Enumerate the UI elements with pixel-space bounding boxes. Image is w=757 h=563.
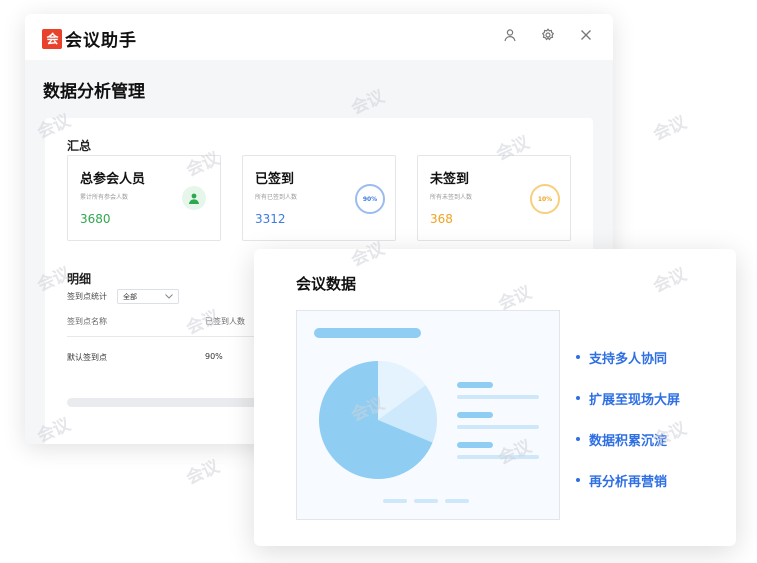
- feature-label: 再分析再营销: [589, 474, 668, 490]
- watermark: 会议: [650, 112, 690, 145]
- table-cell-rate: 90%: [205, 352, 223, 361]
- bullet-icon: [576, 478, 580, 482]
- stat-subtitle: 所有未签到人数: [430, 194, 473, 201]
- table-cell-name: 默认签到点: [67, 353, 107, 362]
- bullet-icon: [576, 355, 580, 359]
- title-bar: 会 会议助手: [25, 14, 613, 60]
- close-icon[interactable]: [577, 26, 595, 44]
- progress-ring: 10%: [530, 184, 560, 214]
- select-value: 全部: [123, 292, 137, 301]
- card-title: 会议数据: [296, 275, 357, 293]
- page-title: 数据分析管理: [43, 82, 145, 102]
- window-controls: [501, 26, 595, 44]
- stat-value: 3680: [80, 212, 111, 226]
- detail-section-title: 明细: [67, 272, 92, 286]
- group-user-icon: [182, 186, 206, 210]
- bullet-icon: [576, 437, 580, 441]
- stat-subtitle: 所有已签到人数: [255, 194, 298, 201]
- column-header-signed-count: 已签到人数: [205, 317, 245, 326]
- app-logo: 会 会议助手: [42, 26, 137, 51]
- stat-card-signed-in: 已签到 所有已签到人数 3312 90%: [242, 155, 396, 241]
- stat-card-total: 总参会人员 累计所有参会人数 3680: [67, 155, 221, 241]
- pie-chart-illustration: [296, 310, 560, 520]
- user-icon[interactable]: [501, 26, 519, 44]
- logo-mark-icon: 会: [42, 28, 62, 49]
- stat-value: 368: [430, 212, 453, 226]
- summary-section-title: 汇总: [67, 139, 92, 153]
- meeting-data-card: 会议数据 支持多人协同 扩展至现场大屏 数据积累沉淀 再分析再营销: [254, 249, 736, 546]
- column-header-name: 签到点名称: [67, 317, 107, 326]
- feature-label: 扩展至现场大屏: [589, 392, 681, 408]
- stat-value: 3312: [255, 212, 286, 226]
- stat-title: 未签到: [430, 172, 470, 187]
- list-item: 再分析再营销: [576, 471, 680, 490]
- checkpoint-select[interactable]: 全部: [117, 289, 179, 304]
- filter-row: 签到点统计 全部: [67, 289, 179, 304]
- feature-label: 支持多人协同: [589, 351, 668, 367]
- feature-list: 支持多人协同 扩展至现场大屏 数据积累沉淀 再分析再营销: [576, 348, 680, 512]
- stat-title: 已签到: [255, 172, 295, 187]
- settings-icon[interactable]: [539, 26, 557, 44]
- list-item: 扩展至现场大屏: [576, 389, 681, 408]
- logo-text: 会议助手: [65, 31, 137, 51]
- progress-ring: 90%: [355, 184, 385, 214]
- stat-card-not-signed-in: 未签到 所有未签到人数 368 10%: [417, 155, 571, 241]
- watermark: 会议: [183, 456, 223, 489]
- bullet-icon: [576, 396, 580, 400]
- chevron-down-icon: [165, 294, 173, 299]
- list-item: 数据积累沉淀: [576, 430, 680, 449]
- feature-label: 数据积累沉淀: [589, 433, 668, 449]
- stat-subtitle: 累计所有参会人数: [80, 194, 129, 201]
- stat-title: 总参会人员: [80, 172, 146, 187]
- filter-label: 签到点统计: [67, 292, 107, 301]
- list-item: 支持多人协同: [576, 348, 680, 367]
